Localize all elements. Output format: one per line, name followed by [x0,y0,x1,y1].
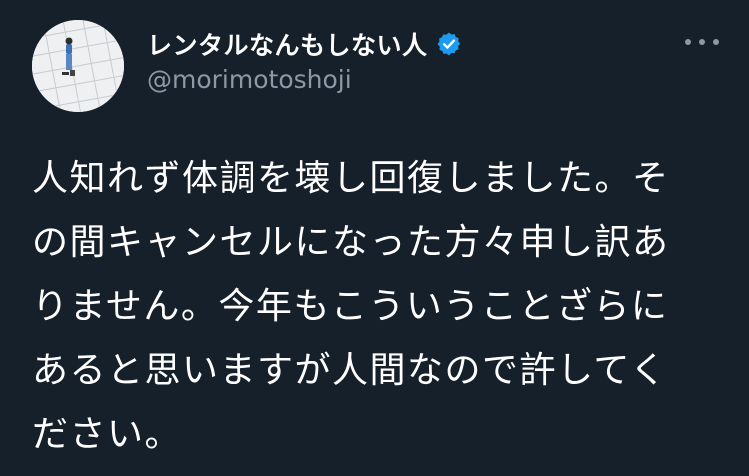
user-handle[interactable]: @morimotoshoji [147,65,352,94]
avatar[interactable] [32,20,124,112]
verified-badge-icon [436,31,462,57]
tweet-text-line: りません。今年もこういうことざらに [32,286,669,327]
profile-photo [32,20,124,112]
more-horizontal-icon [685,39,719,45]
tweet-card: レンタルなんもしない人 @morimotoshoji 人知れず体調を壊し回復しま… [0,0,749,476]
more-options-button[interactable] [682,32,722,52]
tweet-text-line: あると思いますが人間なので許してく [32,350,668,391]
tweet-text-line: 人知れず体調を壊し回復しました。そ [32,158,670,199]
display-name[interactable]: レンタルなんもしない人 [147,26,428,62]
tweet-text: 人知れず体調を壊し回復しました。そ の間キャンセルになった方々申し訳あ りません… [32,147,732,467]
tweet-text-line: ださい。 [32,414,183,455]
tweet-text-line: の間キャンセルになった方々申し訳あ [32,222,670,263]
author-name-row: レンタルなんもしない人 [147,28,462,60]
